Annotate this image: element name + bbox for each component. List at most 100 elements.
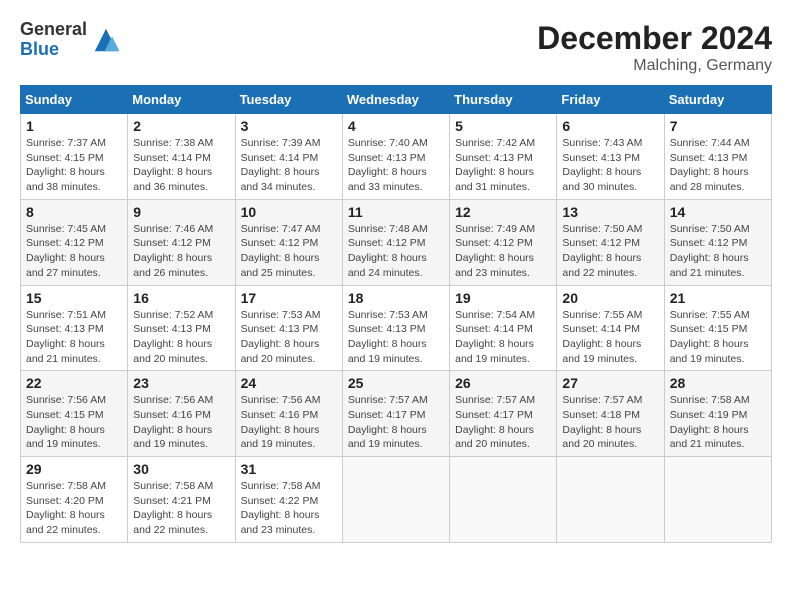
- column-header-saturday: Saturday: [664, 86, 771, 114]
- calendar-week-row: 22 Sunrise: 7:56 AM Sunset: 4:15 PM Dayli…: [21, 371, 772, 457]
- day-info: Sunrise: 7:57 AM Sunset: 4:18 PM Dayligh…: [562, 393, 658, 452]
- day-info: Sunrise: 7:40 AM Sunset: 4:13 PM Dayligh…: [348, 136, 444, 195]
- day-info: Sunrise: 7:39 AM Sunset: 4:14 PM Dayligh…: [241, 136, 337, 195]
- calendar-cell: 17 Sunrise: 7:53 AM Sunset: 4:13 PM Dayli…: [235, 285, 342, 371]
- day-number: 18: [348, 290, 444, 306]
- day-number: 12: [455, 204, 551, 220]
- day-number: 24: [241, 375, 337, 391]
- calendar-cell: 5Sunrise: 7:42 AM Sunset: 4:13 PM Daylig…: [450, 114, 557, 200]
- day-info: Sunrise: 7:51 AM Sunset: 4:13 PM Dayligh…: [26, 308, 122, 367]
- day-number: 16: [133, 290, 229, 306]
- calendar-cell: 30Sunrise: 7:58 AM Sunset: 4:21 PM Dayli…: [128, 457, 235, 543]
- day-info: Sunrise: 7:50 AM Sunset: 4:12 PM Dayligh…: [562, 222, 658, 281]
- calendar-cell: 3 Sunrise: 7:39 AM Sunset: 4:14 PM Daylig…: [235, 114, 342, 200]
- day-number: 1: [26, 118, 122, 134]
- calendar-cell: 16Sunrise: 7:52 AM Sunset: 4:13 PM Dayli…: [128, 285, 235, 371]
- day-info: Sunrise: 7:56 AM Sunset: 4:15 PM Dayligh…: [26, 393, 122, 452]
- calendar-cell: 13 Sunrise: 7:50 AM Sunset: 4:12 PM Dayli…: [557, 199, 664, 285]
- calendar-cell: 29Sunrise: 7:58 AM Sunset: 4:20 PM Dayli…: [21, 457, 128, 543]
- day-number: 15: [26, 290, 122, 306]
- day-info: Sunrise: 7:53 AM Sunset: 4:13 PM Dayligh…: [241, 308, 337, 367]
- day-number: 14: [670, 204, 766, 220]
- day-info: Sunrise: 7:50 AM Sunset: 4:12 PM Dayligh…: [670, 222, 766, 281]
- day-number: 4: [348, 118, 444, 134]
- calendar-cell: 23 Sunrise: 7:56 AM Sunset: 4:16 PM Dayli…: [128, 371, 235, 457]
- day-number: 22: [26, 375, 122, 391]
- calendar-cell: 1 Sunrise: 7:37 AM Sunset: 4:15 PM Daylig…: [21, 114, 128, 200]
- day-number: 17: [241, 290, 337, 306]
- header-area: General Blue December 2024 Malching, Ger…: [20, 20, 772, 75]
- day-info: Sunrise: 7:58 AM Sunset: 4:19 PM Dayligh…: [670, 393, 766, 452]
- calendar-cell: 24 Sunrise: 7:56 AM Sunset: 4:16 PM Dayli…: [235, 371, 342, 457]
- day-number: 20: [562, 290, 658, 306]
- day-number: 21: [670, 290, 766, 306]
- day-number: 31: [241, 461, 337, 477]
- day-info: Sunrise: 7:48 AM Sunset: 4:12 PM Dayligh…: [348, 222, 444, 281]
- day-info: Sunrise: 7:58 AM Sunset: 4:22 PM Dayligh…: [241, 479, 337, 538]
- day-info: Sunrise: 7:44 AM Sunset: 4:13 PM Dayligh…: [670, 136, 766, 195]
- logo-blue: Blue: [20, 40, 87, 60]
- calendar-header-row: SundayMondayTuesdayWednesdayThursdayFrid…: [21, 86, 772, 114]
- day-info: Sunrise: 7:57 AM Sunset: 4:17 PM Dayligh…: [455, 393, 551, 452]
- day-number: 7: [670, 118, 766, 134]
- logo: General Blue: [20, 20, 121, 60]
- calendar-cell: [557, 457, 664, 543]
- day-info: Sunrise: 7:46 AM Sunset: 4:12 PM Dayligh…: [133, 222, 229, 281]
- calendar-cell: 18 Sunrise: 7:53 AM Sunset: 4:13 PM Dayli…: [342, 285, 449, 371]
- calendar-cell: 28Sunrise: 7:58 AM Sunset: 4:19 PM Dayli…: [664, 371, 771, 457]
- day-info: Sunrise: 7:49 AM Sunset: 4:12 PM Dayligh…: [455, 222, 551, 281]
- day-info: Sunrise: 7:37 AM Sunset: 4:15 PM Dayligh…: [26, 136, 122, 195]
- day-number: 23: [133, 375, 229, 391]
- day-info: Sunrise: 7:47 AM Sunset: 4:12 PM Dayligh…: [241, 222, 337, 281]
- calendar-cell: 31 Sunrise: 7:58 AM Sunset: 4:22 PM Dayli…: [235, 457, 342, 543]
- calendar-week-row: 29Sunrise: 7:58 AM Sunset: 4:20 PM Dayli…: [21, 457, 772, 543]
- day-info: Sunrise: 7:54 AM Sunset: 4:14 PM Dayligh…: [455, 308, 551, 367]
- column-header-thursday: Thursday: [450, 86, 557, 114]
- column-header-friday: Friday: [557, 86, 664, 114]
- day-number: 26: [455, 375, 551, 391]
- day-info: Sunrise: 7:56 AM Sunset: 4:16 PM Dayligh…: [241, 393, 337, 452]
- calendar-week-row: 8Sunrise: 7:45 AM Sunset: 4:12 PM Daylig…: [21, 199, 772, 285]
- column-header-wednesday: Wednesday: [342, 86, 449, 114]
- day-info: Sunrise: 7:55 AM Sunset: 4:15 PM Dayligh…: [670, 308, 766, 367]
- calendar-cell: 7 Sunrise: 7:44 AM Sunset: 4:13 PM Daylig…: [664, 114, 771, 200]
- calendar-cell: 15 Sunrise: 7:51 AM Sunset: 4:13 PM Dayli…: [21, 285, 128, 371]
- day-info: Sunrise: 7:53 AM Sunset: 4:13 PM Dayligh…: [348, 308, 444, 367]
- column-header-monday: Monday: [128, 86, 235, 114]
- calendar-cell: 14 Sunrise: 7:50 AM Sunset: 4:12 PM Dayli…: [664, 199, 771, 285]
- column-header-tuesday: Tuesday: [235, 86, 342, 114]
- calendar-cell: 22 Sunrise: 7:56 AM Sunset: 4:15 PM Dayli…: [21, 371, 128, 457]
- calendar-week-row: 1 Sunrise: 7:37 AM Sunset: 4:15 PM Daylig…: [21, 114, 772, 200]
- day-number: 3: [241, 118, 337, 134]
- day-number: 9: [133, 204, 229, 220]
- day-number: 11: [348, 204, 444, 220]
- day-number: 13: [562, 204, 658, 220]
- calendar-cell: 9 Sunrise: 7:46 AM Sunset: 4:12 PM Daylig…: [128, 199, 235, 285]
- day-number: 25: [348, 375, 444, 391]
- day-number: 19: [455, 290, 551, 306]
- logo-icon: [91, 25, 121, 55]
- calendar-cell: 19 Sunrise: 7:54 AM Sunset: 4:14 PM Dayli…: [450, 285, 557, 371]
- day-info: Sunrise: 7:43 AM Sunset: 4:13 PM Dayligh…: [562, 136, 658, 195]
- calendar-cell: 21 Sunrise: 7:55 AM Sunset: 4:15 PM Dayli…: [664, 285, 771, 371]
- column-header-sunday: Sunday: [21, 86, 128, 114]
- day-number: 2: [133, 118, 229, 134]
- location: Malching, Germany: [537, 57, 772, 75]
- logo-general: General: [20, 20, 87, 40]
- day-info: Sunrise: 7:57 AM Sunset: 4:17 PM Dayligh…: [348, 393, 444, 452]
- day-number: 30: [133, 461, 229, 477]
- calendar-week-row: 15 Sunrise: 7:51 AM Sunset: 4:13 PM Dayli…: [21, 285, 772, 371]
- day-number: 27: [562, 375, 658, 391]
- calendar-cell: 12 Sunrise: 7:49 AM Sunset: 4:12 PM Dayli…: [450, 199, 557, 285]
- calendar-cell: [450, 457, 557, 543]
- day-number: 6: [562, 118, 658, 134]
- day-info: Sunrise: 7:56 AM Sunset: 4:16 PM Dayligh…: [133, 393, 229, 452]
- calendar-cell: 26 Sunrise: 7:57 AM Sunset: 4:17 PM Dayli…: [450, 371, 557, 457]
- calendar-cell: 11 Sunrise: 7:48 AM Sunset: 4:12 PM Dayli…: [342, 199, 449, 285]
- calendar-cell: 27 Sunrise: 7:57 AM Sunset: 4:18 PM Dayli…: [557, 371, 664, 457]
- calendar: SundayMondayTuesdayWednesdayThursdayFrid…: [20, 85, 772, 543]
- day-info: Sunrise: 7:45 AM Sunset: 4:12 PM Dayligh…: [26, 222, 122, 281]
- calendar-cell: 8Sunrise: 7:45 AM Sunset: 4:12 PM Daylig…: [21, 199, 128, 285]
- calendar-cell: 10Sunrise: 7:47 AM Sunset: 4:12 PM Dayli…: [235, 199, 342, 285]
- calendar-cell: 2Sunrise: 7:38 AM Sunset: 4:14 PM Daylig…: [128, 114, 235, 200]
